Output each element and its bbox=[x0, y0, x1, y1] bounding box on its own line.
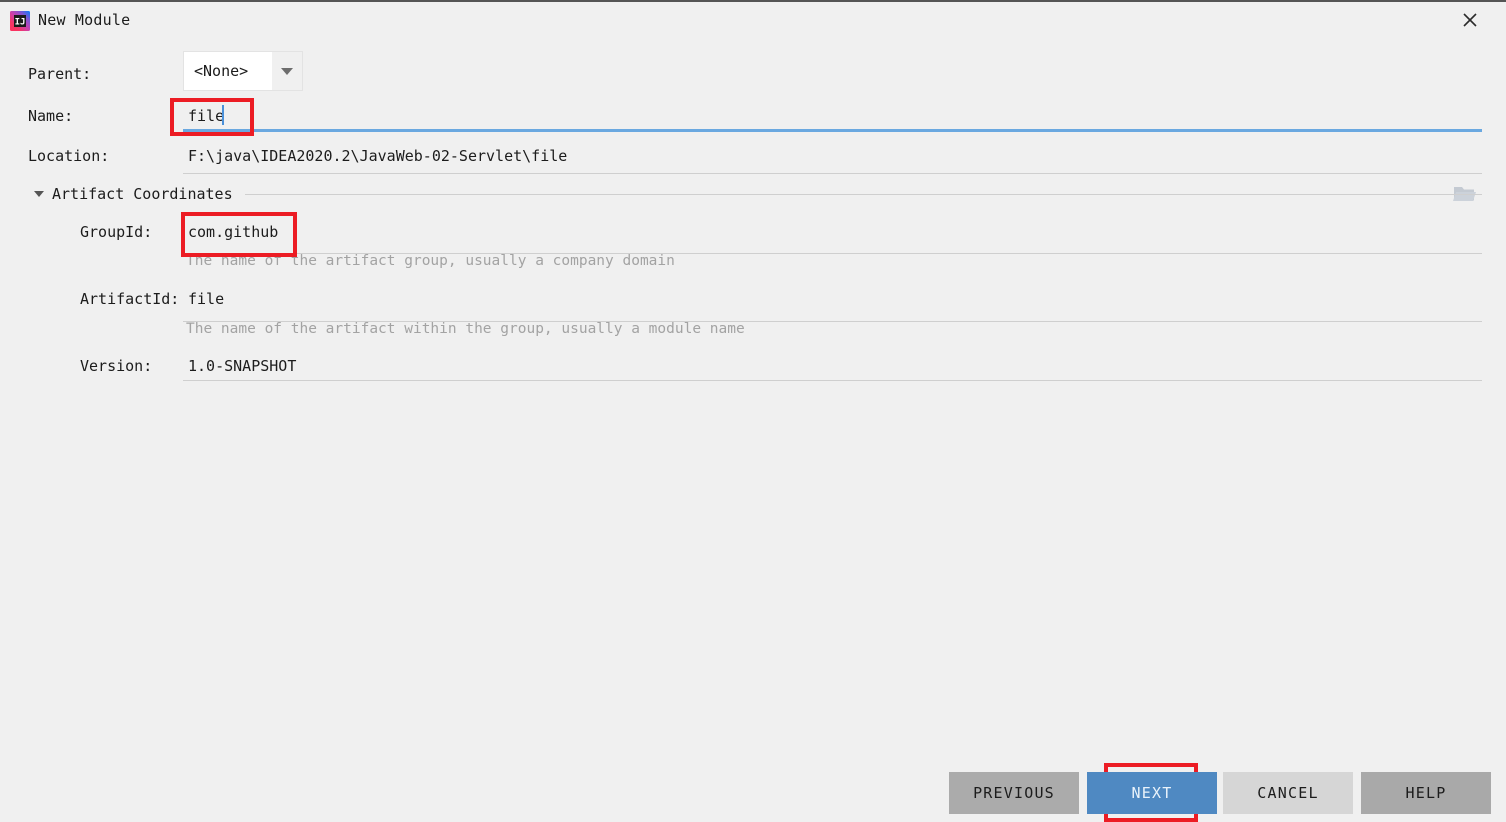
text-caret bbox=[222, 105, 224, 125]
parent-select[interactable]: <None> bbox=[183, 51, 303, 91]
previous-button[interactable]: PREVIOUS bbox=[949, 772, 1079, 814]
artifact-id-label: ArtifactId: bbox=[80, 290, 180, 308]
close-icon[interactable] bbox=[1442, 2, 1498, 38]
name-label: Name: bbox=[28, 107, 74, 125]
location-input-underline bbox=[183, 173, 1482, 174]
version-label: Version: bbox=[80, 357, 153, 375]
group-divider bbox=[244, 193, 1482, 195]
cancel-button[interactable]: CANCEL bbox=[1223, 772, 1353, 814]
chevron-down-icon[interactable] bbox=[272, 52, 302, 90]
dialog-title-bar: IJ New Module bbox=[0, 0, 1506, 37]
artifact-coordinates-title: Artifact Coordinates bbox=[52, 185, 233, 203]
location-label: Location: bbox=[28, 147, 110, 165]
page-title: New Module bbox=[38, 11, 131, 29]
intellij-idea-icon: IJ bbox=[9, 10, 31, 32]
artifact-id-input[interactable]: file bbox=[188, 290, 224, 308]
artifact-id-hint: The name of the artifact within the grou… bbox=[186, 321, 745, 337]
version-input[interactable]: 1.0-SNAPSHOT bbox=[188, 357, 296, 375]
group-id-input[interactable]: com.github bbox=[188, 223, 278, 241]
version-input-underline bbox=[183, 380, 1482, 381]
parent-select-value: <None> bbox=[194, 62, 249, 80]
group-id-hint: The name of the artifact group, usually … bbox=[186, 253, 675, 269]
next-button[interactable]: NEXT bbox=[1087, 772, 1217, 814]
name-input-focus-underline bbox=[183, 129, 1482, 132]
dialog-footer: PREVIOUS NEXT CANCEL HELP bbox=[0, 772, 1506, 822]
new-module-form: Parent: <None> Name: file Location: F:\j… bbox=[0, 37, 1506, 381]
group-id-label: GroupId: bbox=[80, 223, 153, 241]
name-input[interactable]: file bbox=[188, 107, 224, 125]
caret-down-icon[interactable] bbox=[34, 191, 44, 197]
location-input[interactable]: F:\java\IDEA2020.2\JavaWeb-02-Servlet\fi… bbox=[188, 147, 567, 165]
parent-label: Parent: bbox=[28, 65, 92, 83]
help-button[interactable]: HELP bbox=[1361, 772, 1491, 814]
artifact-coordinates-group-header[interactable]: Artifact Coordinates bbox=[34, 185, 1482, 203]
svg-text:IJ: IJ bbox=[15, 18, 26, 28]
